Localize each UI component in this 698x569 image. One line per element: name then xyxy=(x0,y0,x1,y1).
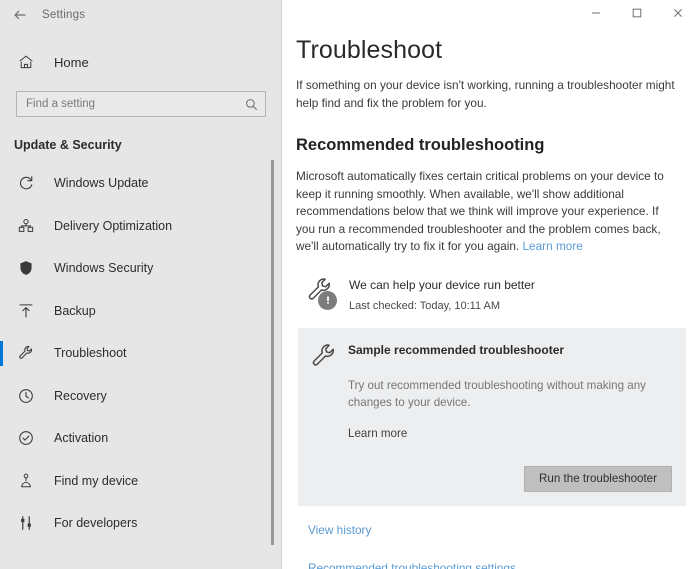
developer-tools-icon xyxy=(17,514,35,532)
window-controls xyxy=(282,0,698,30)
sidebar-item-label: Windows Security xyxy=(54,261,154,276)
recommended-troubleshooting-settings-link[interactable]: Recommended troubleshooting settings xyxy=(308,561,680,569)
sidebar-item-label: Troubleshoot xyxy=(54,346,127,361)
locate-device-icon xyxy=(17,472,35,490)
sidebar-item-delivery-optimization[interactable]: Delivery Optimization xyxy=(0,205,282,248)
main-content: Troubleshoot If something on your device… xyxy=(282,0,698,569)
status-title: We can help your device run better xyxy=(349,277,535,292)
sidebar-item-label: Recovery xyxy=(54,388,107,403)
device-status-row: We can help your device run better Last … xyxy=(296,274,680,318)
sidebar-item-home[interactable]: Home xyxy=(0,44,282,80)
sidebar-item-label: For developers xyxy=(54,516,138,531)
sidebar-item-label: Windows Update xyxy=(54,176,149,191)
content-area: Troubleshoot If something on your device… xyxy=(282,30,698,569)
app-title: Settings xyxy=(42,9,86,21)
status-icon-group xyxy=(305,274,349,318)
back-arrow-icon[interactable] xyxy=(12,7,28,23)
card-learn-more-link[interactable]: Learn more xyxy=(348,427,407,440)
close-icon[interactable] xyxy=(657,0,698,26)
card-description: Try out recommended troubleshooting with… xyxy=(348,378,646,409)
sidebar-nav-list: Windows Update Delivery Optimization Win… xyxy=(0,162,282,545)
backup-upload-icon xyxy=(17,302,35,320)
window-titlebar-left: Settings xyxy=(0,0,282,30)
sidebar-item-troubleshoot[interactable]: Troubleshoot xyxy=(0,332,282,375)
search-input[interactable] xyxy=(26,98,245,110)
sidebar-scrollbar[interactable] xyxy=(271,160,274,545)
sidebar-item-label: Find my device xyxy=(54,473,139,488)
maximize-icon[interactable] xyxy=(616,0,657,26)
status-text-group: We can help your device run better Last … xyxy=(349,274,535,314)
card-learn-more-wrap: Learn more xyxy=(348,424,672,442)
section-heading-recommended: Recommended troubleshooting xyxy=(296,136,545,154)
wrench-icon xyxy=(309,341,339,371)
sidebar-item-label: Delivery Optimization xyxy=(54,218,173,233)
sidebar-item-recovery[interactable]: Recovery xyxy=(0,375,282,418)
sidebar-section-title: Update & Security xyxy=(14,138,122,152)
history-clock-icon xyxy=(17,387,35,405)
wrench-icon xyxy=(17,344,35,362)
sidebar-item-backup[interactable]: Backup xyxy=(0,290,282,333)
search-icon[interactable] xyxy=(245,98,258,111)
sidebar-item-windows-security[interactable]: Windows Security xyxy=(0,247,282,290)
sidebar: Settings Home Update & Security xyxy=(0,0,282,569)
minimize-icon[interactable] xyxy=(575,0,616,26)
sidebar-item-for-developers[interactable]: For developers xyxy=(0,502,282,545)
page-title: Troubleshoot xyxy=(296,36,443,64)
settings-window: Settings Home Update & Security xyxy=(0,0,698,569)
refresh-icon xyxy=(17,174,35,192)
view-history-link[interactable]: View history xyxy=(308,523,680,537)
recommended-troubleshooter-card[interactable]: Sample recommended troubleshooter Try ou… xyxy=(298,327,686,506)
exclamation-icon xyxy=(318,290,337,310)
recommended-body-sentence: Microsoft automatically fixes certain cr… xyxy=(296,169,664,254)
home-icon xyxy=(17,53,35,71)
card-actions: Run the troubleshooter xyxy=(309,465,672,492)
sidebar-item-home-label: Home xyxy=(54,54,89,70)
sidebar-item-label: Backup xyxy=(54,303,96,318)
shield-icon xyxy=(17,259,35,277)
check-circle-icon xyxy=(17,429,35,447)
run-the-troubleshooter-button[interactable]: Run the troubleshooter xyxy=(524,465,672,492)
card-header: Sample recommended troubleshooter xyxy=(309,340,672,371)
card-title: Sample recommended troubleshooter xyxy=(348,342,565,357)
sidebar-item-activation[interactable]: Activation xyxy=(0,417,282,460)
search-box[interactable] xyxy=(16,91,266,117)
recommended-body-text: Microsoft automatically fixes certain cr… xyxy=(296,168,679,256)
sidebar-item-label: Activation xyxy=(54,431,109,446)
footer-links: View history Recommended troubleshooting… xyxy=(296,523,680,569)
sidebar-item-find-my-device[interactable]: Find my device xyxy=(0,460,282,503)
learn-more-link[interactable]: Learn more xyxy=(523,239,583,253)
delivery-icon xyxy=(17,217,35,235)
status-last-checked: Last checked: Today, 10:11 AM xyxy=(349,299,501,312)
page-intro-text: If something on your device isn't workin… xyxy=(296,78,675,110)
sidebar-item-windows-update[interactable]: Windows Update xyxy=(0,162,282,205)
